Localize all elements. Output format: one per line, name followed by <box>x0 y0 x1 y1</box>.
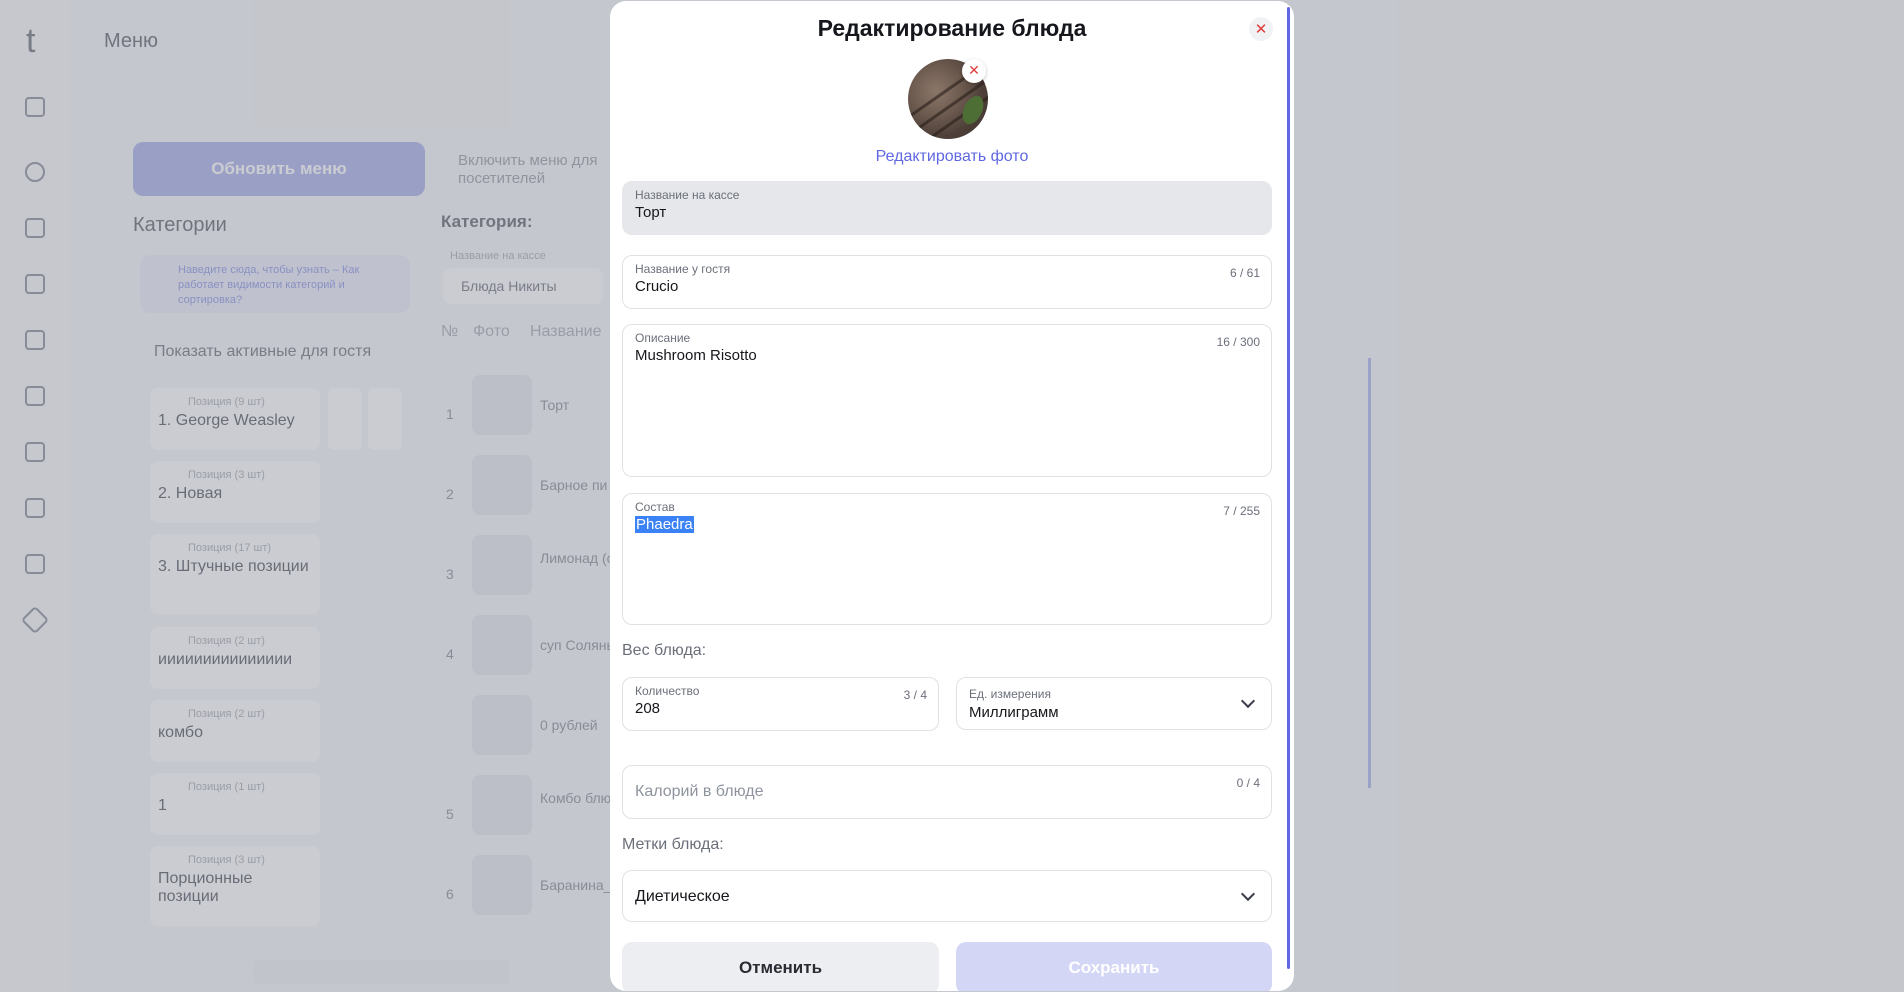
char-counter: 6 / 61 <box>1229 266 1260 280</box>
chevron-down-icon <box>1240 886 1256 902</box>
cancel-button[interactable]: Отменить <box>622 942 939 991</box>
calories-field[interactable]: 0 / 4 Калорий в блюде <box>622 765 1272 819</box>
unit-select[interactable]: Ед. измерения Миллиграмм <box>956 677 1272 730</box>
remove-photo-button[interactable]: ✕ <box>962 59 986 83</box>
weight-section-label: Вес блюда: <box>622 642 707 659</box>
modal-title: Редактирование блюда <box>817 15 1087 41</box>
close-button[interactable]: ✕ <box>1249 17 1273 41</box>
quantity-field[interactable]: Количество 3 / 4 208 <box>622 677 939 731</box>
save-button[interactable]: Сохранить <box>956 942 1272 991</box>
close-icon: ✕ <box>1254 20 1268 38</box>
char-counter: 0 / 4 <box>1236 776 1260 790</box>
char-counter: 16 / 300 <box>1216 335 1260 349</box>
edit-dish-modal: Редактирование блюда ✕ ✕ Редактировать ф… <box>610 1 1294 991</box>
close-icon: ✕ <box>968 63 980 79</box>
tags-select[interactable]: Диетическое <box>622 870 1272 922</box>
selected-text: Phaedra <box>635 516 694 533</box>
description-field[interactable]: Описание 16 / 300 Mushroom Risotto <box>622 324 1272 477</box>
char-counter: 3 / 4 <box>903 688 927 702</box>
chevron-down-icon <box>1240 693 1256 709</box>
composition-field[interactable]: Состав 7 / 255 Phaedra <box>622 493 1272 625</box>
tags-section-label: Метки блюда: <box>622 836 724 853</box>
char-counter: 7 / 255 <box>1223 504 1260 518</box>
guest-name-field[interactable]: Название у гостя 6 / 61 Crucio <box>622 255 1272 309</box>
edit-photo-link[interactable]: Редактировать фото <box>610 148 1294 166</box>
cashier-name-field: Название на кассе Торт <box>622 181 1272 235</box>
